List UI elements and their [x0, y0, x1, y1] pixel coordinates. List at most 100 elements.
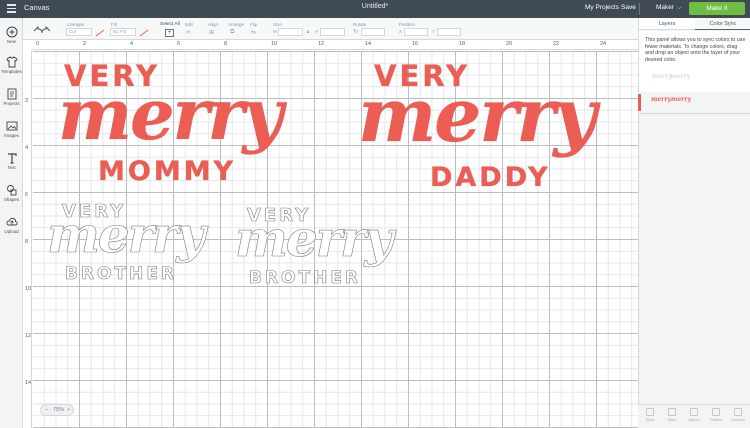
design-script-word: merry: [47, 205, 206, 265]
plus-circle-icon: [6, 26, 17, 38]
sidebar-item-shapes[interactable]: Shapes: [0, 184, 23, 202]
sidebar-label: Text: [7, 165, 16, 170]
color-swatch-row[interactable]: merry merry: [638, 92, 750, 114]
select-all-button[interactable]: +: [165, 29, 174, 37]
ruler-tick-label: 8: [224, 41, 228, 47]
zoom-in-button[interactable]: +: [67, 407, 70, 413]
arrange-label: Arrange: [228, 22, 245, 27]
sidebar-label: Projects: [3, 101, 20, 106]
sidebar-item-images[interactable]: Images: [0, 120, 23, 138]
design-canvas[interactable]: VERY merry MOMMY VERY merry DADDY VERY m…: [33, 51, 638, 428]
left-sidebar: New Templates Projects Images Text Shape…: [0, 18, 23, 428]
divider: [639, 3, 640, 15]
align-icon[interactable]: ⊞: [209, 29, 214, 36]
rotate-input[interactable]: [361, 28, 385, 36]
ruler-tick-label: 20: [506, 41, 513, 47]
ruler-tick-label: 14: [365, 41, 372, 47]
width-input[interactable]: [278, 28, 303, 36]
sidebar-label: Upload: [4, 229, 19, 234]
chevron-down-icon[interactable]: ⌵: [677, 5, 682, 12]
shapes-icon: [6, 185, 16, 196]
lock-icon[interactable]: 🔒︎: [307, 29, 309, 34]
ruler-tick-label: 14: [25, 380, 32, 386]
sidebar-item-projects[interactable]: Projects: [0, 88, 23, 106]
sidebar-item-new[interactable]: New: [0, 26, 23, 44]
attach-icon: [690, 408, 698, 416]
contour-button[interactable]: Contour: [727, 408, 749, 422]
edit-icon[interactable]: ✂: [186, 29, 191, 36]
ruler-tick-label: 0: [36, 41, 40, 47]
ruler-tick-label: 4: [25, 145, 29, 151]
zoom-level: 75%: [53, 406, 65, 413]
tool-label: Attach: [688, 417, 700, 422]
arrange-icon[interactable]: ⧉: [230, 29, 234, 36]
ruler-tick-label: 12: [318, 41, 325, 47]
fill-label: Fill: [111, 22, 117, 27]
slice-button[interactable]: Slice: [639, 408, 661, 422]
ruler-tick-label: 8: [25, 239, 29, 245]
layer-thumbnail[interactable]: merry: [651, 96, 671, 103]
ruler-tick-label: 12: [25, 333, 32, 339]
zoom-control: − 75% +: [40, 404, 74, 416]
attach-button[interactable]: Attach: [683, 408, 705, 422]
design-script-word: merry: [235, 209, 394, 269]
linetype-label: Linetype: [67, 22, 85, 27]
machine-select[interactable]: Maker: [656, 4, 674, 11]
ruler-corner: [23, 40, 32, 50]
flip-icon[interactable]: ⇋: [251, 29, 256, 36]
zoom-out-button[interactable]: −: [45, 407, 48, 413]
tab-color-sync[interactable]: Color Sync: [695, 18, 750, 30]
align-label: Align: [208, 22, 219, 27]
ruler-tick-label: 4: [130, 41, 134, 47]
contour-icon: [734, 408, 742, 416]
upload-cloud-icon: [5, 217, 18, 226]
top-bar: Canvas Untitled* My Projects Save Maker …: [0, 0, 750, 18]
text-icon: [7, 153, 17, 164]
save-button[interactable]: Save: [621, 4, 636, 11]
image-icon: [6, 121, 17, 131]
bottom-tools: Slice Weld Attach Flatten Contour: [638, 404, 750, 428]
height-input[interactable]: [320, 28, 345, 36]
flip-label: Flip: [250, 22, 258, 27]
projects-icon: [7, 88, 16, 100]
shirt-icon: [5, 56, 18, 68]
color-sync-description: This panel allows you to sync colors to …: [645, 37, 746, 63]
sidebar-label: Images: [4, 133, 19, 138]
tool-label: Slice: [645, 417, 655, 422]
sidebar-item-text[interactable]: Text: [0, 152, 23, 170]
fill-color-icon[interactable]: [139, 29, 149, 37]
ruler-tick-label: 2: [83, 41, 87, 47]
ruler-tick-label: 2: [25, 98, 29, 104]
linetype-color-icon[interactable]: [95, 29, 105, 37]
sidebar-label: Templates: [1, 69, 22, 74]
layer-thumbnail[interactable]: merry: [671, 96, 691, 103]
position-y-input[interactable]: [437, 28, 461, 36]
position-label: Position: [399, 22, 416, 27]
panel-tabs: Layers Color Sync: [639, 18, 750, 30]
ruler-tick-label: 24: [600, 41, 607, 47]
ghost-swatch-preview: merry: [670, 73, 690, 80]
position-y-label: Y: [432, 29, 436, 34]
select-all-label: Select All: [160, 22, 180, 27]
my-projects-link[interactable]: My Projects: [585, 4, 619, 11]
document-title[interactable]: Untitled*: [0, 3, 750, 10]
make-it-button[interactable]: Make It: [689, 2, 745, 15]
rotate-label: Rotate: [353, 22, 367, 27]
design-script-word: merry: [58, 73, 283, 156]
position-x-input[interactable]: [404, 28, 428, 36]
sidebar-label: Shapes: [3, 197, 20, 202]
tool-label: Flatten: [709, 417, 723, 422]
slice-icon: [646, 408, 654, 416]
undo-redo-icon[interactable]: [32, 25, 52, 34]
ghost-swatch-preview: merry: [652, 73, 672, 80]
flatten-button[interactable]: Flatten: [705, 408, 727, 422]
sidebar-item-upload[interactable]: Upload: [0, 216, 23, 234]
tab-layers[interactable]: Layers: [639, 18, 695, 30]
ruler-tick-label: 22: [553, 41, 560, 47]
tool-label: Contour: [730, 417, 746, 422]
ruler-tick-label: 6: [25, 192, 29, 198]
color-sync-info: This panel allows you to sync colors to …: [639, 31, 750, 101]
sidebar-label: New: [6, 39, 16, 44]
weld-button[interactable]: Weld: [661, 408, 683, 422]
sidebar-item-templates[interactable]: Templates: [0, 56, 23, 74]
